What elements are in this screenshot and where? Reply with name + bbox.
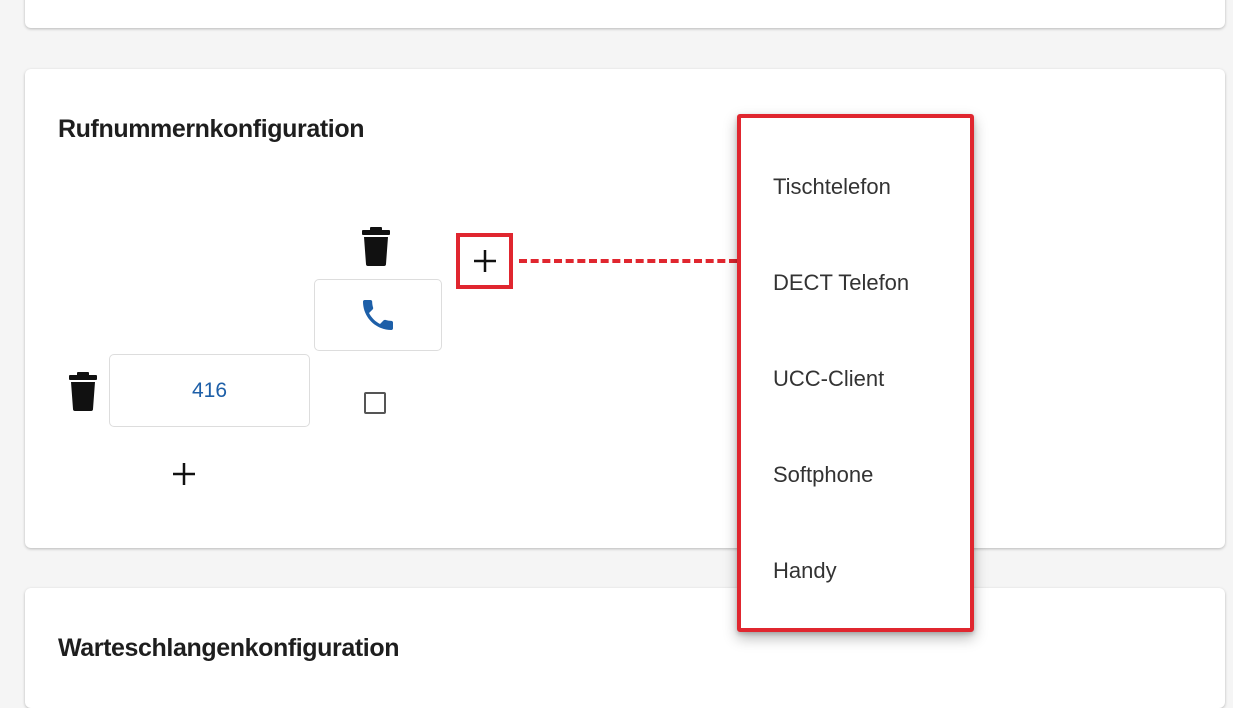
menu-item-dect-telefon[interactable]: DECT Telefon — [773, 270, 909, 296]
queue-configuration-card: Warteschlangenkonfiguration — [25, 588, 1225, 708]
section-title: Warteschlangenkonfiguration — [58, 634, 400, 662]
number-configuration-card: Rufnummernkonfiguration — [25, 69, 1225, 548]
trash-icon[interactable] — [68, 371, 98, 411]
section-title: Rufnummernkonfiguration — [58, 115, 365, 143]
menu-item-ucc-client[interactable]: UCC-Client — [773, 366, 884, 392]
highlight-connector — [519, 259, 737, 263]
device-phone-button[interactable] — [314, 279, 442, 351]
device-type-menu: Tischtelefon DECT Telefon UCC-Client Sof… — [737, 114, 974, 632]
phone-number-field[interactable]: 416 — [109, 354, 310, 427]
phone-icon — [363, 300, 393, 330]
add-device-button[interactable] — [456, 233, 513, 289]
trash-icon[interactable] — [361, 226, 391, 266]
plus-icon — [173, 463, 195, 485]
menu-item-softphone[interactable]: Softphone — [773, 462, 873, 488]
device-checkbox[interactable] — [364, 392, 386, 414]
menu-item-handy[interactable]: Handy — [773, 558, 837, 584]
previous-section-card — [25, 0, 1225, 28]
plus-icon — [473, 250, 496, 272]
add-number-button[interactable] — [165, 455, 203, 493]
menu-item-tischtelefon[interactable]: Tischtelefon — [773, 174, 891, 200]
